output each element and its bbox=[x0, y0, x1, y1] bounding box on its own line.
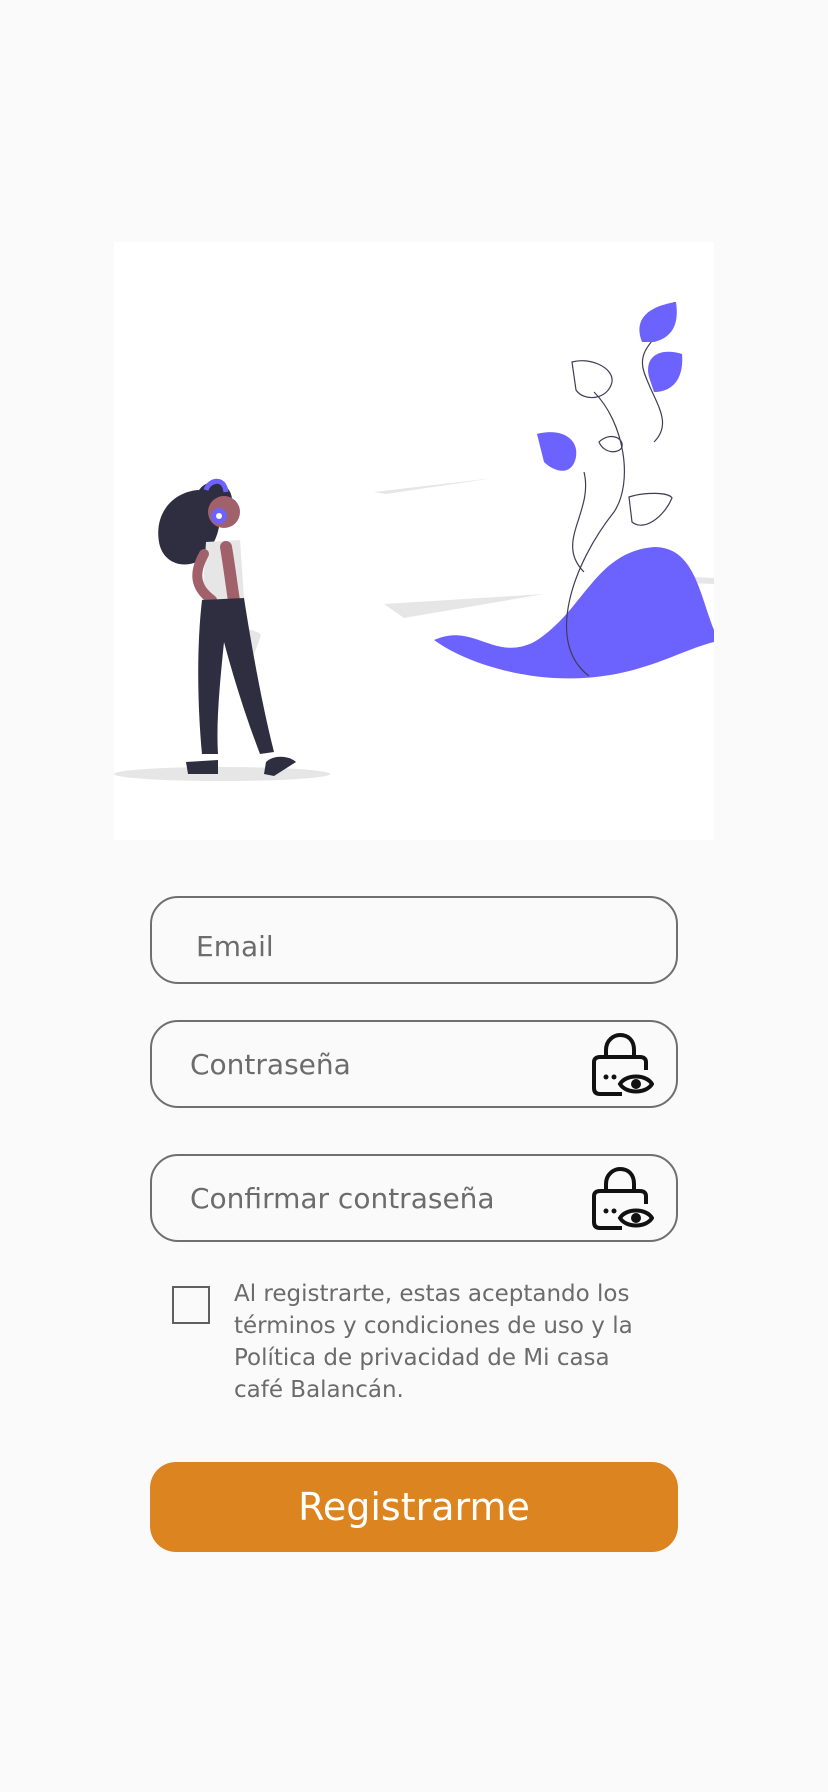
register-button[interactable]: Registrarme bbox=[150, 1462, 678, 1552]
hero-illustration bbox=[114, 242, 714, 840]
password-field[interactable] bbox=[150, 1020, 678, 1108]
confirm-password-input[interactable] bbox=[190, 1156, 570, 1240]
email-field[interactable] bbox=[150, 896, 678, 988]
lock-eye-icon[interactable] bbox=[592, 1166, 654, 1232]
email-input[interactable] bbox=[196, 904, 576, 988]
confirm-password-field[interactable] bbox=[150, 1154, 678, 1242]
terms-checkbox[interactable] bbox=[172, 1286, 210, 1324]
terms-text: Al registrarte, estas aceptando los térm… bbox=[234, 1281, 633, 1403]
lock-eye-icon[interactable] bbox=[592, 1032, 654, 1098]
password-input[interactable] bbox=[190, 1022, 570, 1106]
